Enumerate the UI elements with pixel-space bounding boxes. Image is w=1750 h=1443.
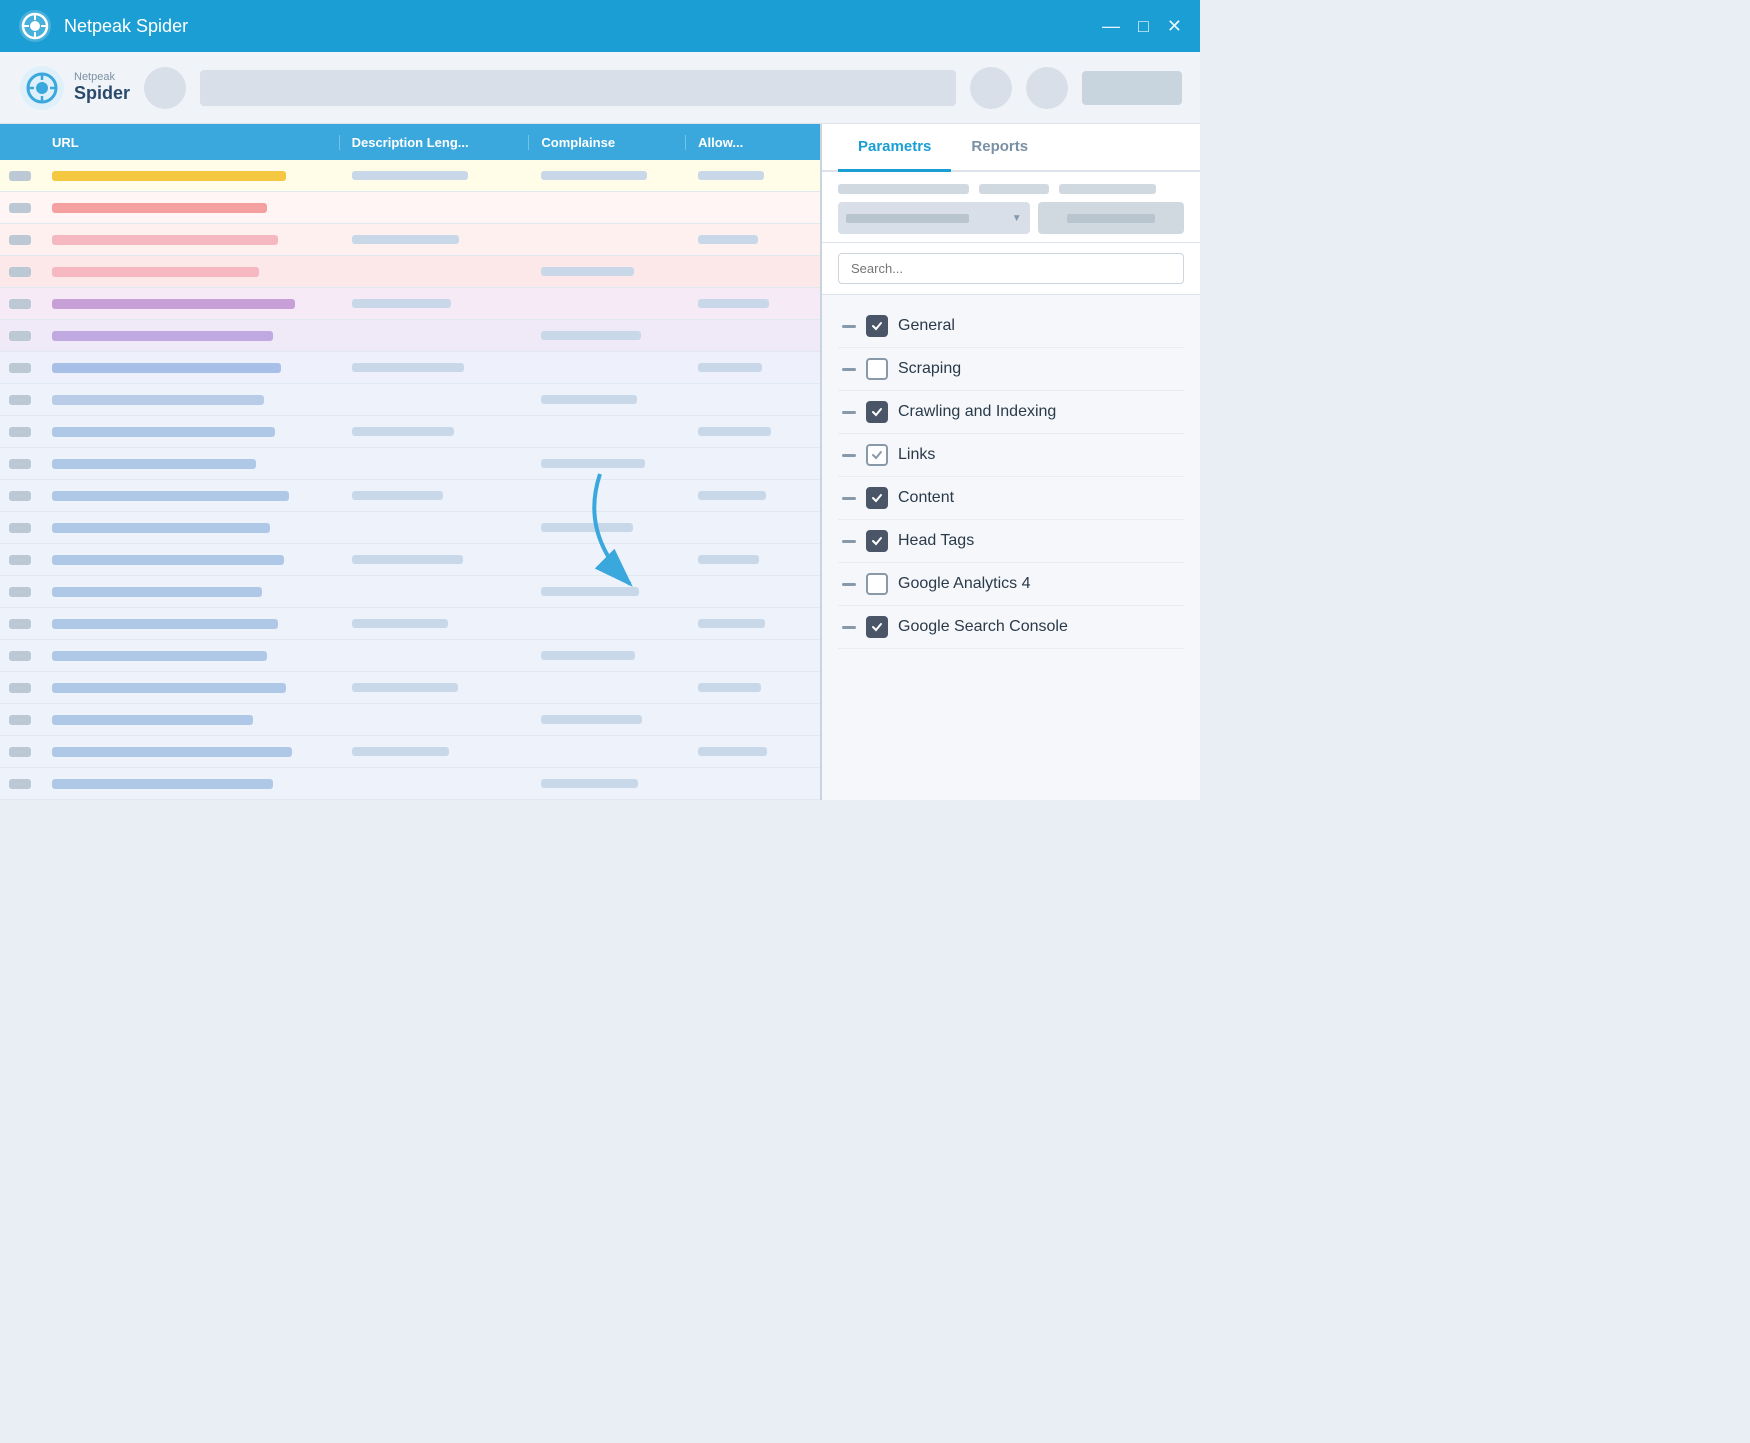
app-title: Netpeak Spider bbox=[64, 16, 188, 37]
logo-text: Netpeak Spider bbox=[74, 71, 130, 104]
panel-subtoolbar: ▼ bbox=[822, 172, 1200, 243]
param-dash-scraping bbox=[842, 368, 856, 371]
param-checkbox-crawling[interactable] bbox=[866, 401, 888, 423]
th-url[interactable]: URL bbox=[40, 135, 340, 150]
param-item-links[interactable]: Links bbox=[838, 434, 1184, 477]
tab-reports[interactable]: Reports bbox=[951, 124, 1048, 172]
param-dash-headtags bbox=[842, 540, 856, 543]
checkmark-icon-crawling bbox=[870, 405, 884, 419]
param-label-scraping: Scraping bbox=[898, 360, 961, 378]
right-panel: Parametrs Reports ▼ bbox=[820, 124, 1200, 800]
param-label-content: Content bbox=[898, 489, 954, 507]
panel-search bbox=[822, 243, 1200, 295]
param-label-gsc: Google Search Console bbox=[898, 618, 1068, 636]
search-input[interactable] bbox=[851, 261, 1171, 276]
table-row[interactable] bbox=[0, 672, 820, 704]
th-comp[interactable]: Complainse bbox=[529, 135, 686, 150]
param-dash-ga4 bbox=[842, 583, 856, 586]
table-header: URL Description Leng... Complainse Allow… bbox=[0, 124, 820, 160]
table-row[interactable] bbox=[0, 448, 820, 480]
param-dash-gsc bbox=[842, 626, 856, 629]
table-row[interactable] bbox=[0, 352, 820, 384]
toolbar-action-circle1[interactable] bbox=[970, 67, 1012, 109]
table-row[interactable] bbox=[0, 512, 820, 544]
table-row[interactable] bbox=[0, 384, 820, 416]
param-dash-crawling bbox=[842, 411, 856, 414]
table-row[interactable] bbox=[0, 480, 820, 512]
param-dash-links bbox=[842, 454, 856, 457]
param-item-ga4[interactable]: Google Analytics 4 bbox=[838, 563, 1184, 606]
table-row[interactable] bbox=[0, 736, 820, 768]
table-row[interactable] bbox=[0, 320, 820, 352]
table-row[interactable] bbox=[0, 768, 820, 800]
th-desc[interactable]: Description Leng... bbox=[340, 135, 530, 150]
main-area: URL Description Leng... Complainse Allow… bbox=[0, 124, 1200, 800]
param-label-ga4: Google Analytics 4 bbox=[898, 575, 1031, 593]
spider-logo-icon bbox=[18, 64, 66, 112]
param-item-general[interactable]: General bbox=[838, 305, 1184, 348]
table-row[interactable] bbox=[0, 704, 820, 736]
table-row[interactable] bbox=[0, 288, 820, 320]
toolbar-url-bar[interactable] bbox=[200, 70, 956, 106]
param-item-content[interactable]: Content bbox=[838, 477, 1184, 520]
table-row[interactable] bbox=[0, 544, 820, 576]
param-item-gsc[interactable]: Google Search Console bbox=[838, 606, 1184, 649]
toolbar: Netpeak Spider bbox=[0, 52, 1200, 124]
param-button[interactable] bbox=[1038, 202, 1184, 234]
tab-parameters[interactable]: Parametrs bbox=[838, 124, 951, 172]
toolbar-avatar bbox=[144, 67, 186, 109]
maximize-button[interactable]: □ bbox=[1138, 16, 1149, 37]
params-list: General Scraping Crawling and Indexing bbox=[822, 295, 1200, 800]
param-dash-content bbox=[842, 497, 856, 500]
param-checkbox-gsc[interactable] bbox=[866, 616, 888, 638]
window-controls: ― □ ✕ bbox=[1102, 16, 1182, 37]
param-dash-general bbox=[842, 325, 856, 328]
param-item-crawling[interactable]: Crawling and Indexing bbox=[838, 391, 1184, 434]
table-row[interactable] bbox=[0, 608, 820, 640]
param-checkbox-scraping[interactable] bbox=[866, 358, 888, 380]
param-checkbox-links[interactable] bbox=[866, 444, 888, 466]
checkmark-icon-content bbox=[870, 491, 884, 505]
table-row[interactable] bbox=[0, 640, 820, 672]
table-row[interactable] bbox=[0, 576, 820, 608]
app-logo: Netpeak Spider bbox=[18, 64, 130, 112]
param-checkbox-headtags[interactable] bbox=[866, 530, 888, 552]
table-row[interactable] bbox=[0, 224, 820, 256]
table-body bbox=[0, 160, 820, 800]
checkmark-icon-gsc bbox=[870, 620, 884, 634]
table-area: URL Description Leng... Complainse Allow… bbox=[0, 124, 820, 800]
param-label-crawling: Crawling and Indexing bbox=[898, 403, 1056, 421]
panel-tabs: Parametrs Reports bbox=[822, 124, 1200, 172]
th-allow[interactable]: Allow... bbox=[686, 135, 820, 150]
logo-subtitle: Spider bbox=[74, 83, 130, 104]
table-row[interactable] bbox=[0, 160, 820, 192]
minimize-button[interactable]: ― bbox=[1102, 16, 1120, 37]
param-item-headtags[interactable]: Head Tags bbox=[838, 520, 1184, 563]
toolbar-action-button[interactable] bbox=[1082, 71, 1182, 105]
toolbar-action-circle2[interactable] bbox=[1026, 67, 1068, 109]
param-label-general: General bbox=[898, 317, 955, 335]
param-item-scraping[interactable]: Scraping bbox=[838, 348, 1184, 391]
checkmark-icon-headtags bbox=[870, 534, 884, 548]
table-row[interactable] bbox=[0, 416, 820, 448]
app-logo-icon bbox=[18, 9, 52, 43]
checkmark-icon bbox=[870, 319, 884, 333]
search-input-wrap[interactable] bbox=[838, 253, 1184, 284]
logo-name: Netpeak bbox=[74, 71, 130, 83]
checkmark-icon-links bbox=[870, 448, 884, 462]
param-dropdown[interactable]: ▼ bbox=[838, 202, 1030, 234]
titlebar: Netpeak Spider ― □ ✕ bbox=[0, 0, 1200, 52]
param-checkbox-general[interactable] bbox=[866, 315, 888, 337]
close-button[interactable]: ✕ bbox=[1167, 16, 1182, 37]
table-row[interactable] bbox=[0, 192, 820, 224]
table-row[interactable] bbox=[0, 256, 820, 288]
param-label-headtags: Head Tags bbox=[898, 532, 974, 550]
param-checkbox-content[interactable] bbox=[866, 487, 888, 509]
param-checkbox-ga4[interactable] bbox=[866, 573, 888, 595]
param-label-links: Links bbox=[898, 446, 935, 464]
